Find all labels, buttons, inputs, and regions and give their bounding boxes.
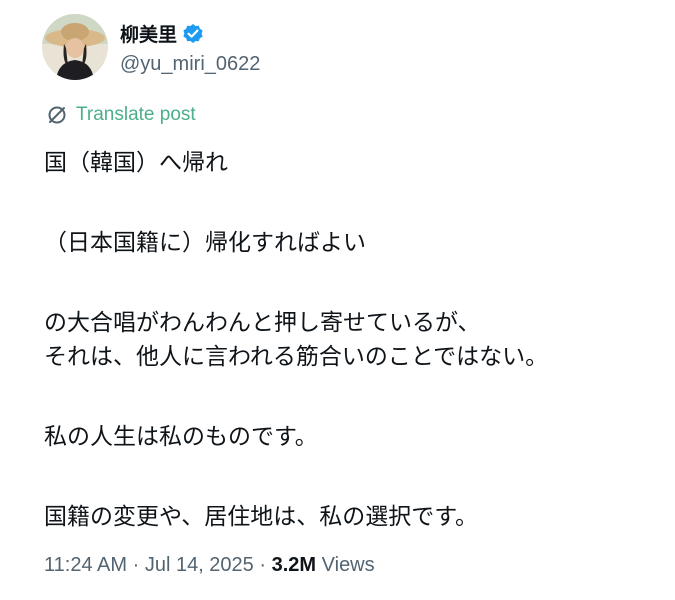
post-line: 私の人生は私のものです。 (44, 424, 318, 450)
translate-post-label: Translate post (76, 104, 196, 125)
post-timestamp-link[interactable]: 11:24 AM · Jul 14, 2025 (44, 554, 254, 576)
post-text: 国（韓国）へ帰れ （日本国籍に）帰化すればよい の大合唱がわんわんと押し寄せてい… (44, 146, 654, 534)
post-line: 国（韓国）へ帰れ (44, 150, 228, 176)
verified-badge-icon[interactable] (182, 23, 204, 45)
post-line: 国籍の変更や、居住地は、私の選択です。 (44, 504, 479, 530)
avatar[interactable] (42, 14, 108, 80)
display-name[interactable]: 柳美里 (120, 20, 177, 47)
translate-icon (46, 104, 68, 126)
views-count: 3.2M (271, 554, 317, 576)
tweet-card: 柳美里 @yu_miri_0622 Translate post 国（韓国）へ帰… (0, 0, 675, 600)
author-names: 柳美里 @yu_miri_0622 (120, 19, 260, 76)
post-line: それは、他人に言われる筋合いのことではない。 (44, 344, 549, 370)
translate-post-button[interactable]: Translate post (46, 104, 196, 126)
post-line: の大合唱がわんわんと押し寄せているが、 (44, 310, 481, 336)
views-label: Views (321, 554, 375, 576)
meta-separator: · (132, 554, 140, 576)
views-link[interactable]: 3.2M Views (272, 554, 375, 576)
post-time: 11:24 AM (44, 554, 128, 576)
post-date: Jul 14, 2025 (144, 554, 254, 576)
author-handle[interactable]: @yu_miri_0622 (120, 53, 260, 76)
post-meta: 11:24 AM · Jul 14, 2025 · 3.2M Views (44, 554, 375, 577)
meta-separator: · (259, 554, 267, 576)
post-line: （日本国籍に）帰化すればよい (44, 230, 366, 256)
name-row: 柳美里 (120, 19, 260, 49)
author-header: 柳美里 @yu_miri_0622 (42, 14, 260, 80)
